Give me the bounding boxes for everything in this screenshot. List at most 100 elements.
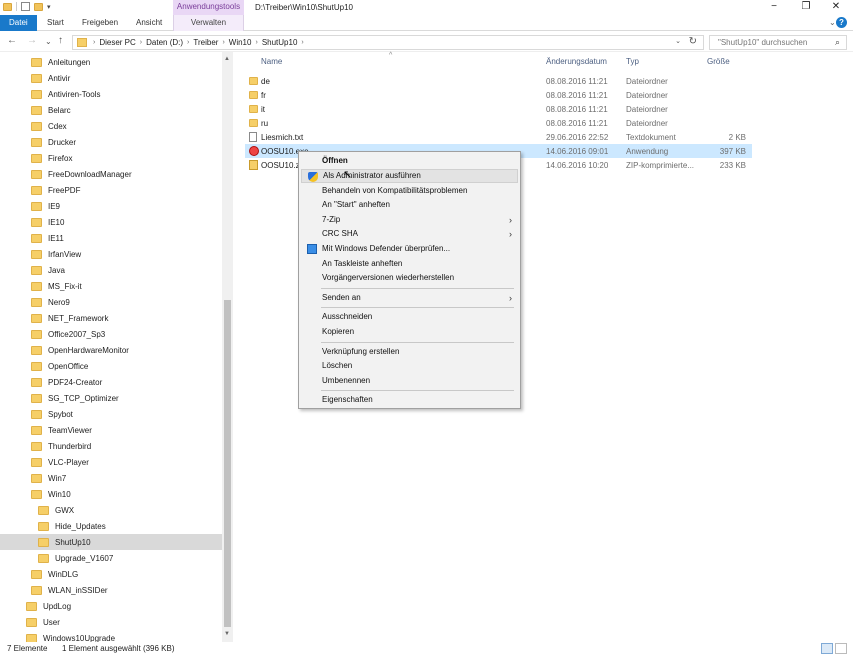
tree-item[interactable]: NET_Framework — [0, 310, 222, 326]
large-icons-view-icon[interactable] — [835, 643, 847, 654]
minimize-button[interactable]: − — [760, 0, 788, 15]
file-row[interactable]: fr 08.08.2016 11:21 Dateiordner — [245, 88, 752, 102]
tree-item[interactable]: OpenOffice — [0, 358, 222, 374]
menu-item[interactable]: Als Administrator ausführen — [301, 169, 518, 183]
tree-item[interactable]: User — [0, 614, 222, 630]
tree-item[interactable]: Win7 — [0, 470, 222, 486]
tree-item[interactable]: Antivir — [0, 70, 222, 86]
properties-icon[interactable] — [21, 2, 30, 11]
breadcrumb-win10[interactable]: Win10 — [229, 38, 252, 47]
tree-item[interactable]: FreePDF — [0, 182, 222, 198]
menu-item[interactable]: 7-Zip › — [301, 213, 518, 227]
tree-item-label: Cdex — [48, 121, 67, 131]
back-button[interactable]: ← — [7, 35, 17, 46]
menu-item[interactable]: Mit Windows Defender überprüfen... — [301, 242, 518, 256]
menu-item[interactable]: Verknüpfung erstellen — [301, 345, 518, 359]
chevron-down-icon[interactable]: ⌄ — [675, 37, 681, 45]
menu-item[interactable]: Löschen — [301, 359, 518, 373]
menu-item[interactable]: Ausschneiden — [301, 310, 518, 324]
file-row[interactable]: ru 08.08.2016 11:21 Dateiordner — [245, 116, 752, 130]
tree-item[interactable]: Nero9 — [0, 294, 222, 310]
address-bar[interactable]: › Dieser PC › Daten (D:) › Treiber › Win… — [72, 35, 704, 50]
navigation-tree[interactable]: Anleitungen Antivir Antiviren-Tools Belarc C… — [0, 52, 233, 642]
tree-item[interactable]: IE10 — [0, 214, 222, 230]
menu-item-label: Umbenennen — [322, 375, 371, 385]
breadcrumb-dieser-pc[interactable]: Dieser PC — [99, 38, 135, 47]
tab-start[interactable]: Start — [41, 15, 70, 31]
column-header-type[interactable]: Typ — [626, 57, 639, 66]
menu-item[interactable]: Eigenschaften — [301, 393, 518, 407]
help-icon[interactable]: ? — [836, 17, 847, 28]
tab-verwalten[interactable]: Verwalten — [173, 15, 244, 31]
search-icon[interactable]: ⌕ — [835, 37, 840, 48]
tab-freigeben[interactable]: Freigeben — [76, 15, 124, 31]
tree-item[interactable]: IE11 — [0, 230, 222, 246]
breadcrumb-treiber[interactable]: Treiber — [193, 38, 218, 47]
tree-item[interactable]: UpdLog — [0, 598, 222, 614]
search-box[interactable]: ⌕ — [709, 35, 847, 50]
column-header-name[interactable]: Name — [261, 57, 282, 66]
search-input[interactable] — [718, 38, 828, 47]
file-row[interactable]: Liesmich.txt 29.06.2016 22:52 Textdokument… — [245, 130, 752, 144]
tree-item-label: Java — [48, 265, 65, 275]
new-folder-icon[interactable] — [34, 2, 43, 11]
menu-item[interactable]: Öffnen — [301, 154, 518, 168]
menu-item-label: 7-Zip — [322, 214, 341, 224]
tree-item[interactable]: Anleitungen — [0, 54, 222, 70]
recent-locations-button[interactable]: ⌄ — [45, 37, 52, 46]
menu-item[interactable]: Behandeln von Kompatibilitätsproblemen — [301, 184, 518, 198]
menu-item[interactable]: An "Start" anheften — [301, 198, 518, 212]
tree-item[interactable]: WinDLG — [0, 566, 222, 582]
breadcrumb-shutup10[interactable]: ShutUp10 — [262, 38, 298, 47]
tree-item[interactable]: Office2007_Sp3 — [0, 326, 222, 342]
menu-item[interactable]: Senden an › — [301, 291, 518, 305]
tree-item[interactable]: Thunderbird — [0, 438, 222, 454]
tree-item[interactable]: IrfanView — [0, 246, 222, 262]
tree-item[interactable]: VLC-Player — [0, 454, 222, 470]
tree-item[interactable]: Cdex — [0, 118, 222, 134]
close-button[interactable]: ✕ — [822, 0, 850, 15]
column-header-date[interactable]: Änderungsdatum — [546, 57, 607, 66]
forward-button[interactable]: → — [27, 35, 37, 46]
tree-item[interactable]: SG_TCP_Optimizer — [0, 390, 222, 406]
menu-item[interactable]: CRC SHA › — [301, 227, 518, 241]
refresh-icon[interactable]: ↻ — [689, 36, 697, 47]
tree-item[interactable]: Drucker — [0, 134, 222, 150]
tree-item[interactable]: ShutUp10 — [0, 534, 222, 550]
tree-item[interactable]: Hide_Updates — [0, 518, 222, 534]
maximize-button[interactable]: ❐ — [792, 0, 820, 15]
file-row[interactable]: de 08.08.2016 11:21 Dateiordner — [245, 74, 752, 88]
tree-item[interactable]: Firefox — [0, 150, 222, 166]
tree-item[interactable]: Upgrade_V1607 — [0, 550, 222, 566]
tree-scrollbar-thumb[interactable] — [224, 300, 231, 627]
menu-item[interactable]: Vorgängerversionen wiederherstellen — [301, 271, 518, 285]
scroll-up-icon[interactable]: ▲ — [224, 56, 230, 62]
tree-item[interactable]: WLAN_inSSIDer — [0, 582, 222, 598]
tab-ansicht[interactable]: Ansicht — [130, 15, 168, 31]
tree-item[interactable]: FreeDownloadManager — [0, 166, 222, 182]
menu-separator — [321, 307, 514, 309]
column-header-size[interactable]: Größe — [707, 57, 730, 66]
tab-datei[interactable]: Datei — [0, 15, 37, 31]
tree-item[interactable]: Win10 — [0, 486, 222, 502]
file-row[interactable]: it 08.08.2016 11:21 Dateiordner — [245, 102, 752, 116]
tree-item[interactable]: TeamViewer — [0, 422, 222, 438]
menu-item[interactable]: Kopieren — [301, 325, 518, 339]
tree-item[interactable]: Java — [0, 262, 222, 278]
tree-item[interactable]: Antiviren-Tools — [0, 86, 222, 102]
breadcrumb-daten[interactable]: Daten (D:) — [146, 38, 183, 47]
chevron-down-icon[interactable]: ▾ — [47, 3, 51, 11]
tree-item[interactable]: GWX — [0, 502, 222, 518]
tree-item[interactable]: Windows10Upgrade — [0, 630, 222, 642]
scroll-down-icon[interactable]: ▼ — [224, 631, 230, 637]
tree-item[interactable]: PDF24-Creator — [0, 374, 222, 390]
tree-item[interactable]: Belarc — [0, 102, 222, 118]
tree-item[interactable]: IE9 — [0, 198, 222, 214]
tree-item[interactable]: MS_Fix-it — [0, 278, 222, 294]
details-view-icon[interactable] — [821, 643, 833, 654]
tree-item[interactable]: OpenHardwareMonitor — [0, 342, 222, 358]
menu-item[interactable]: Umbenennen — [301, 374, 518, 388]
menu-item[interactable]: An Taskleiste anheften — [301, 257, 518, 271]
up-button[interactable]: ↑ — [58, 35, 63, 46]
tree-item[interactable]: Spybot — [0, 406, 222, 422]
